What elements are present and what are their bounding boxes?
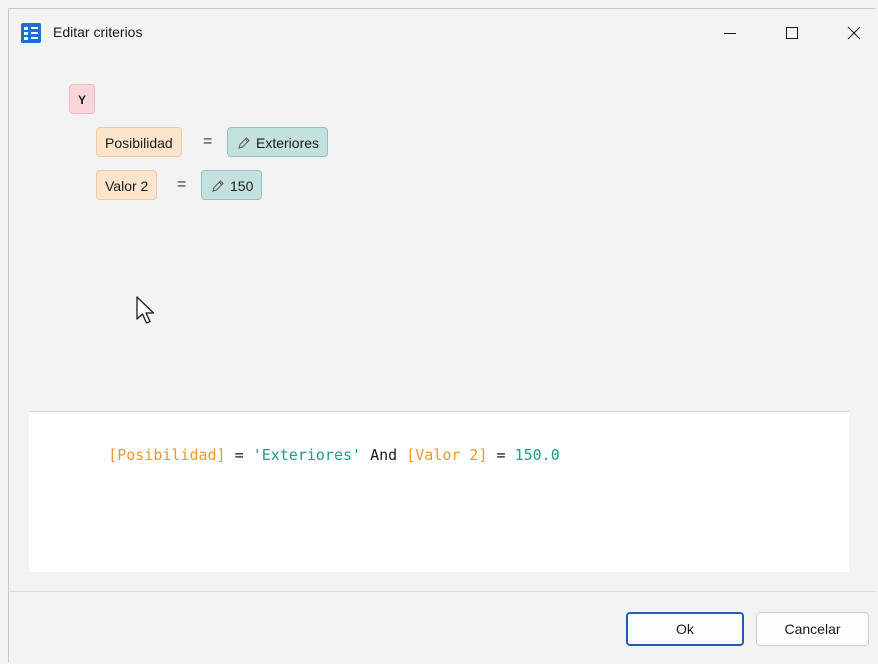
condition-value-text: Exteriores <box>256 135 320 151</box>
condition-value-chip[interactable]: 150 <box>201 170 263 200</box>
pencil-icon <box>212 180 224 192</box>
criteria-tree: Y Posibilidad = Exteriores Valor 2 = 150 <box>9 57 876 409</box>
footer-divider <box>9 591 876 592</box>
editar-criterios-dialog: Editar criterios Y Posibilidad = Exterio… <box>8 8 876 662</box>
group-operator-chip[interactable]: Y <box>69 84 96 114</box>
condition-value-chip[interactable]: Exteriores <box>227 127 329 157</box>
title-bar[interactable]: Editar criterios <box>9 9 876 57</box>
condition-field-chip[interactable]: Valor 2 <box>96 170 158 200</box>
expression-token: And <box>361 446 407 464</box>
window-title: Editar criterios <box>53 24 143 40</box>
criteria-editor-icon <box>21 23 41 43</box>
expression-token: [Posibilidad] <box>108 446 226 464</box>
close-button[interactable] <box>823 9 878 57</box>
expression-token: 150.0 <box>514 446 560 464</box>
expression-token: = <box>487 446 515 464</box>
expression-token: = <box>225 446 253 464</box>
ok-button[interactable]: Ok <box>626 612 744 646</box>
criteria-expression: [Posibilidad] = 'Exteriores' And [Valor … <box>54 428 560 482</box>
condition-operator[interactable]: = <box>203 127 212 157</box>
mouse-pointer-icon <box>136 296 155 324</box>
close-icon <box>847 26 861 40</box>
expression-token: [Valor 2] <box>406 446 488 464</box>
condition-field-chip[interactable]: Posibilidad <box>96 127 182 157</box>
minimize-icon <box>724 33 736 34</box>
maximize-button[interactable] <box>761 9 823 57</box>
cancel-button[interactable]: Cancelar <box>756 612 869 646</box>
condition-value-text: 150 <box>230 178 254 194</box>
pencil-icon <box>238 137 250 149</box>
minimize-button[interactable] <box>699 9 761 57</box>
expression-token: 'Exteriores' <box>252 446 362 464</box>
maximize-icon <box>786 27 798 39</box>
condition-operator[interactable]: = <box>177 170 186 200</box>
expression-editor[interactable]: [Posibilidad] = 'Exteriores' And [Valor … <box>29 411 849 572</box>
